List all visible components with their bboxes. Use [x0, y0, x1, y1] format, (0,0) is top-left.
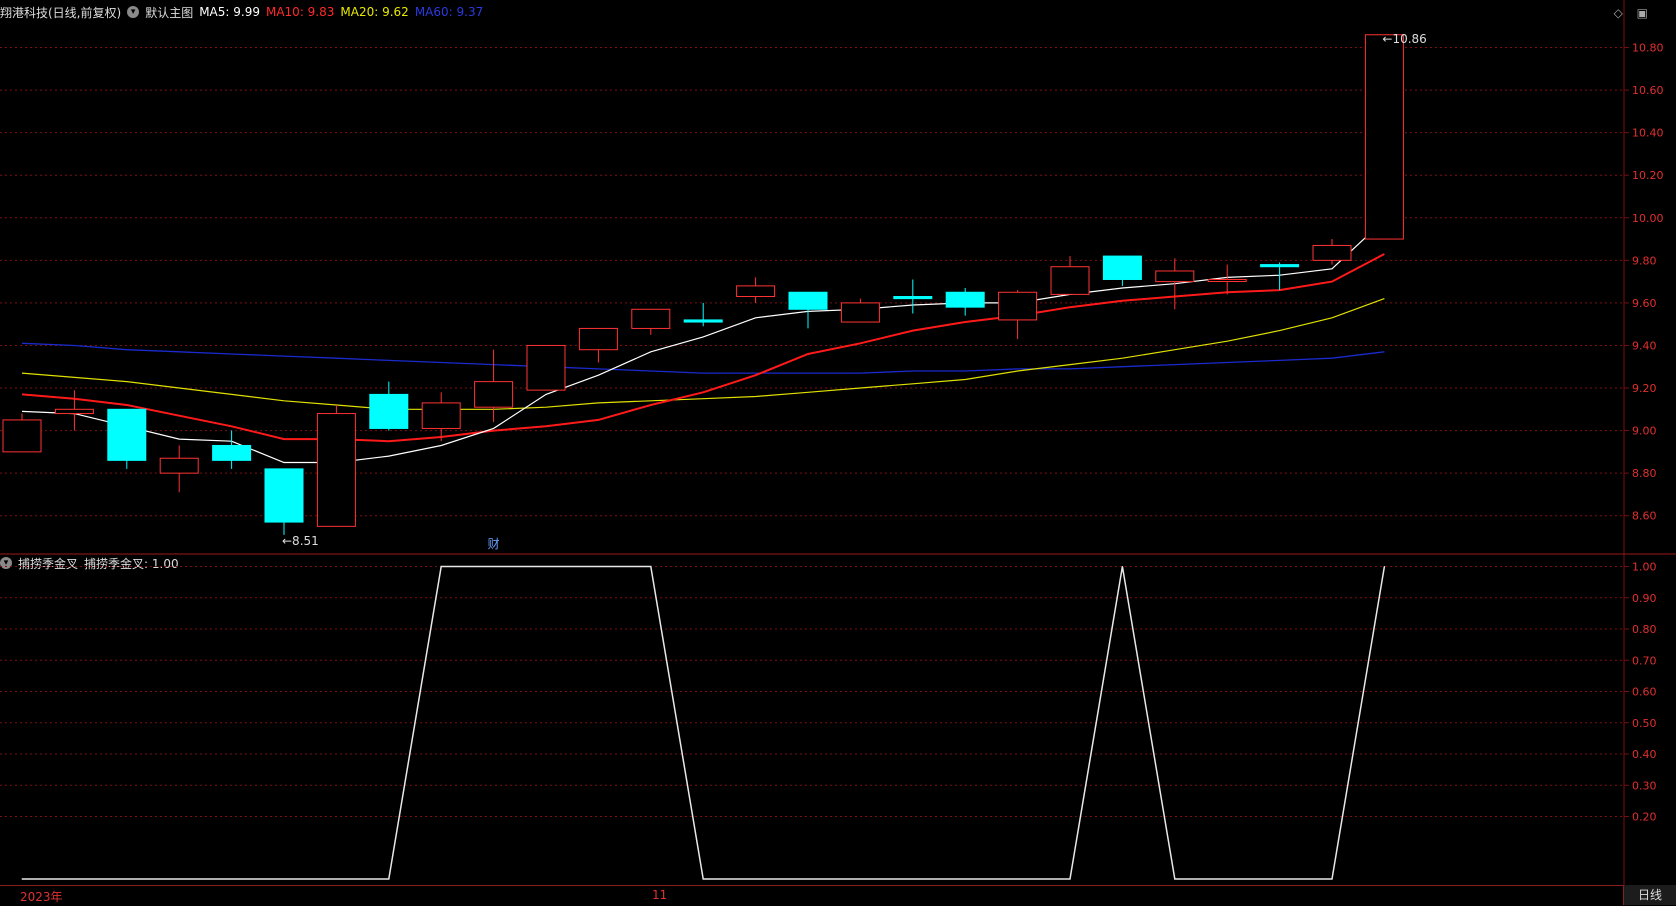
y-tick-label: 9.20	[1632, 382, 1657, 395]
candle[interactable]	[54, 408, 94, 415]
y-tick-label: 9.60	[1632, 297, 1657, 310]
y-tick-label: 0.80	[1632, 623, 1657, 636]
candle[interactable]	[945, 291, 985, 308]
y-tick-label: 8.60	[1632, 510, 1657, 523]
y-tick-label: 9.00	[1632, 425, 1657, 438]
candle[interactable]	[107, 408, 147, 461]
finance-marker[interactable]: 财	[488, 537, 500, 551]
candle[interactable]	[316, 413, 356, 527]
candle[interactable]	[159, 457, 199, 474]
candle[interactable]	[736, 285, 776, 298]
candle[interactable]	[1050, 266, 1090, 295]
candle[interactable]	[1102, 255, 1142, 280]
candle[interactable]	[998, 291, 1038, 321]
candle[interactable]	[893, 296, 933, 300]
candle[interactable]	[1260, 264, 1300, 268]
y-tick-label: 10.40	[1632, 127, 1664, 140]
indicator-point	[440, 566, 442, 567]
candle[interactable]	[369, 393, 409, 429]
y-tick-label: 0.70	[1632, 654, 1657, 667]
indicator-point	[597, 566, 599, 567]
indicator-point	[73, 878, 75, 880]
indicator-point	[283, 878, 285, 880]
candle[interactable]	[578, 327, 618, 351]
indicator-point	[178, 878, 180, 880]
y-tick-label: 10.00	[1632, 212, 1664, 225]
candle[interactable]	[474, 381, 514, 408]
candle[interactable]	[264, 468, 304, 523]
y-tick-label: 9.40	[1632, 339, 1657, 352]
indicator-point	[388, 878, 390, 880]
indicator-point	[1226, 878, 1228, 880]
y-tick-label: 9.80	[1632, 254, 1657, 267]
price-annotation: ←10.86	[1382, 32, 1426, 46]
y-tick-label: 0.30	[1632, 779, 1657, 792]
candle[interactable]	[788, 291, 828, 310]
y-tick-label: 0.40	[1632, 748, 1657, 761]
indicator-point	[650, 566, 652, 567]
time-axis: 2023年 11	[0, 885, 1676, 906]
indicator-point	[964, 878, 966, 880]
y-tick-label: 1.00	[1632, 561, 1657, 574]
candle[interactable]	[1312, 244, 1352, 261]
y-tick-label: 8.80	[1632, 467, 1657, 480]
candle[interactable]	[526, 344, 566, 391]
candle[interactable]	[840, 302, 880, 323]
indicator-point	[702, 878, 704, 880]
candle[interactable]	[2, 419, 42, 453]
indicator-point	[912, 878, 914, 880]
candle[interactable]	[631, 308, 671, 329]
indicator-point	[755, 878, 757, 880]
indicator-point	[231, 878, 233, 880]
y-tick-label: 0.60	[1632, 686, 1657, 699]
candle[interactable]	[683, 319, 723, 323]
indicator-point	[1017, 878, 1019, 880]
indicator-point	[1331, 878, 1333, 880]
price-annotation: ←8.51	[282, 534, 319, 548]
year-label: 2023年	[20, 890, 63, 904]
candle[interactable]	[1364, 34, 1404, 240]
indicator-point	[545, 566, 547, 567]
indicator-point	[335, 878, 337, 880]
indicator-point	[859, 878, 861, 880]
period-tab-daily[interactable]: 日线	[1623, 885, 1676, 905]
y-tick-label: 10.80	[1632, 42, 1664, 55]
indicator-point	[493, 566, 495, 567]
chart-window: 翔港科技(日线,前复权) ▾ 默认主图 MA5: 9.99 MA10: 9.83…	[0, 0, 1676, 905]
candle[interactable]	[421, 402, 461, 429]
y-tick-label: 0.50	[1632, 717, 1657, 730]
indicator-point	[126, 878, 128, 880]
indicator-point	[807, 878, 809, 880]
candle[interactable]	[212, 444, 252, 461]
y-tick-label: 10.60	[1632, 84, 1664, 97]
indicator-point	[1069, 878, 1071, 880]
candle[interactable]	[1207, 278, 1247, 282]
y-tick-label: 0.20	[1632, 811, 1657, 824]
indicator-point	[21, 878, 23, 880]
y-tick-label: 10.20	[1632, 169, 1664, 182]
candle[interactable]	[1155, 270, 1195, 283]
chart-canvas[interactable]: 10.80 10.60 10.40 10.20 10.00 9.80 9.60 9.40 9.2…	[0, 0, 1676, 905]
indicator-point	[1174, 878, 1176, 880]
indicator-point	[1279, 878, 1281, 880]
indicator-point	[1121, 566, 1123, 567]
y-tick-label: 0.90	[1632, 592, 1657, 605]
ma60-line	[21, 342, 1385, 374]
month-label: 11	[652, 888, 668, 902]
indicator-point	[1383, 566, 1385, 567]
